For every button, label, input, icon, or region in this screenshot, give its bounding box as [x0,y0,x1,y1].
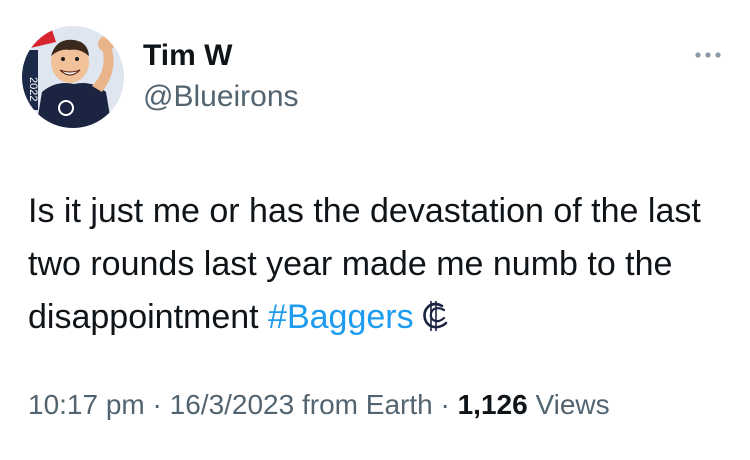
author-handle[interactable]: @Blueirons [143,79,299,115]
views-label: Views [527,389,610,420]
tweet-source: from Earth [294,389,433,420]
hashtag-link[interactable]: #Baggers [268,298,414,336]
more-options-button[interactable] [688,40,728,70]
carlton-logo-emoji-icon [420,296,452,349]
avatar[interactable]: 2022 [22,26,124,128]
author-name[interactable]: Tim W [143,38,232,74]
tweet-text: Is it just me or has the devastation of … [28,185,728,349]
separator: · [432,389,458,420]
tweet-time[interactable]: 10:17 pm [28,389,145,420]
svg-text:2022: 2022 [27,77,39,101]
tweet-metadata: 10:17 pm · 16/3/2023 from Earth · 1,126 … [28,385,610,425]
separator: · [144,389,170,420]
views-count: 1,126 [457,389,528,420]
caricature-avatar-icon: 2022 [22,26,124,128]
tweet-date[interactable]: 16/3/2023 [170,389,295,420]
more-horizontal-icon [695,52,721,58]
